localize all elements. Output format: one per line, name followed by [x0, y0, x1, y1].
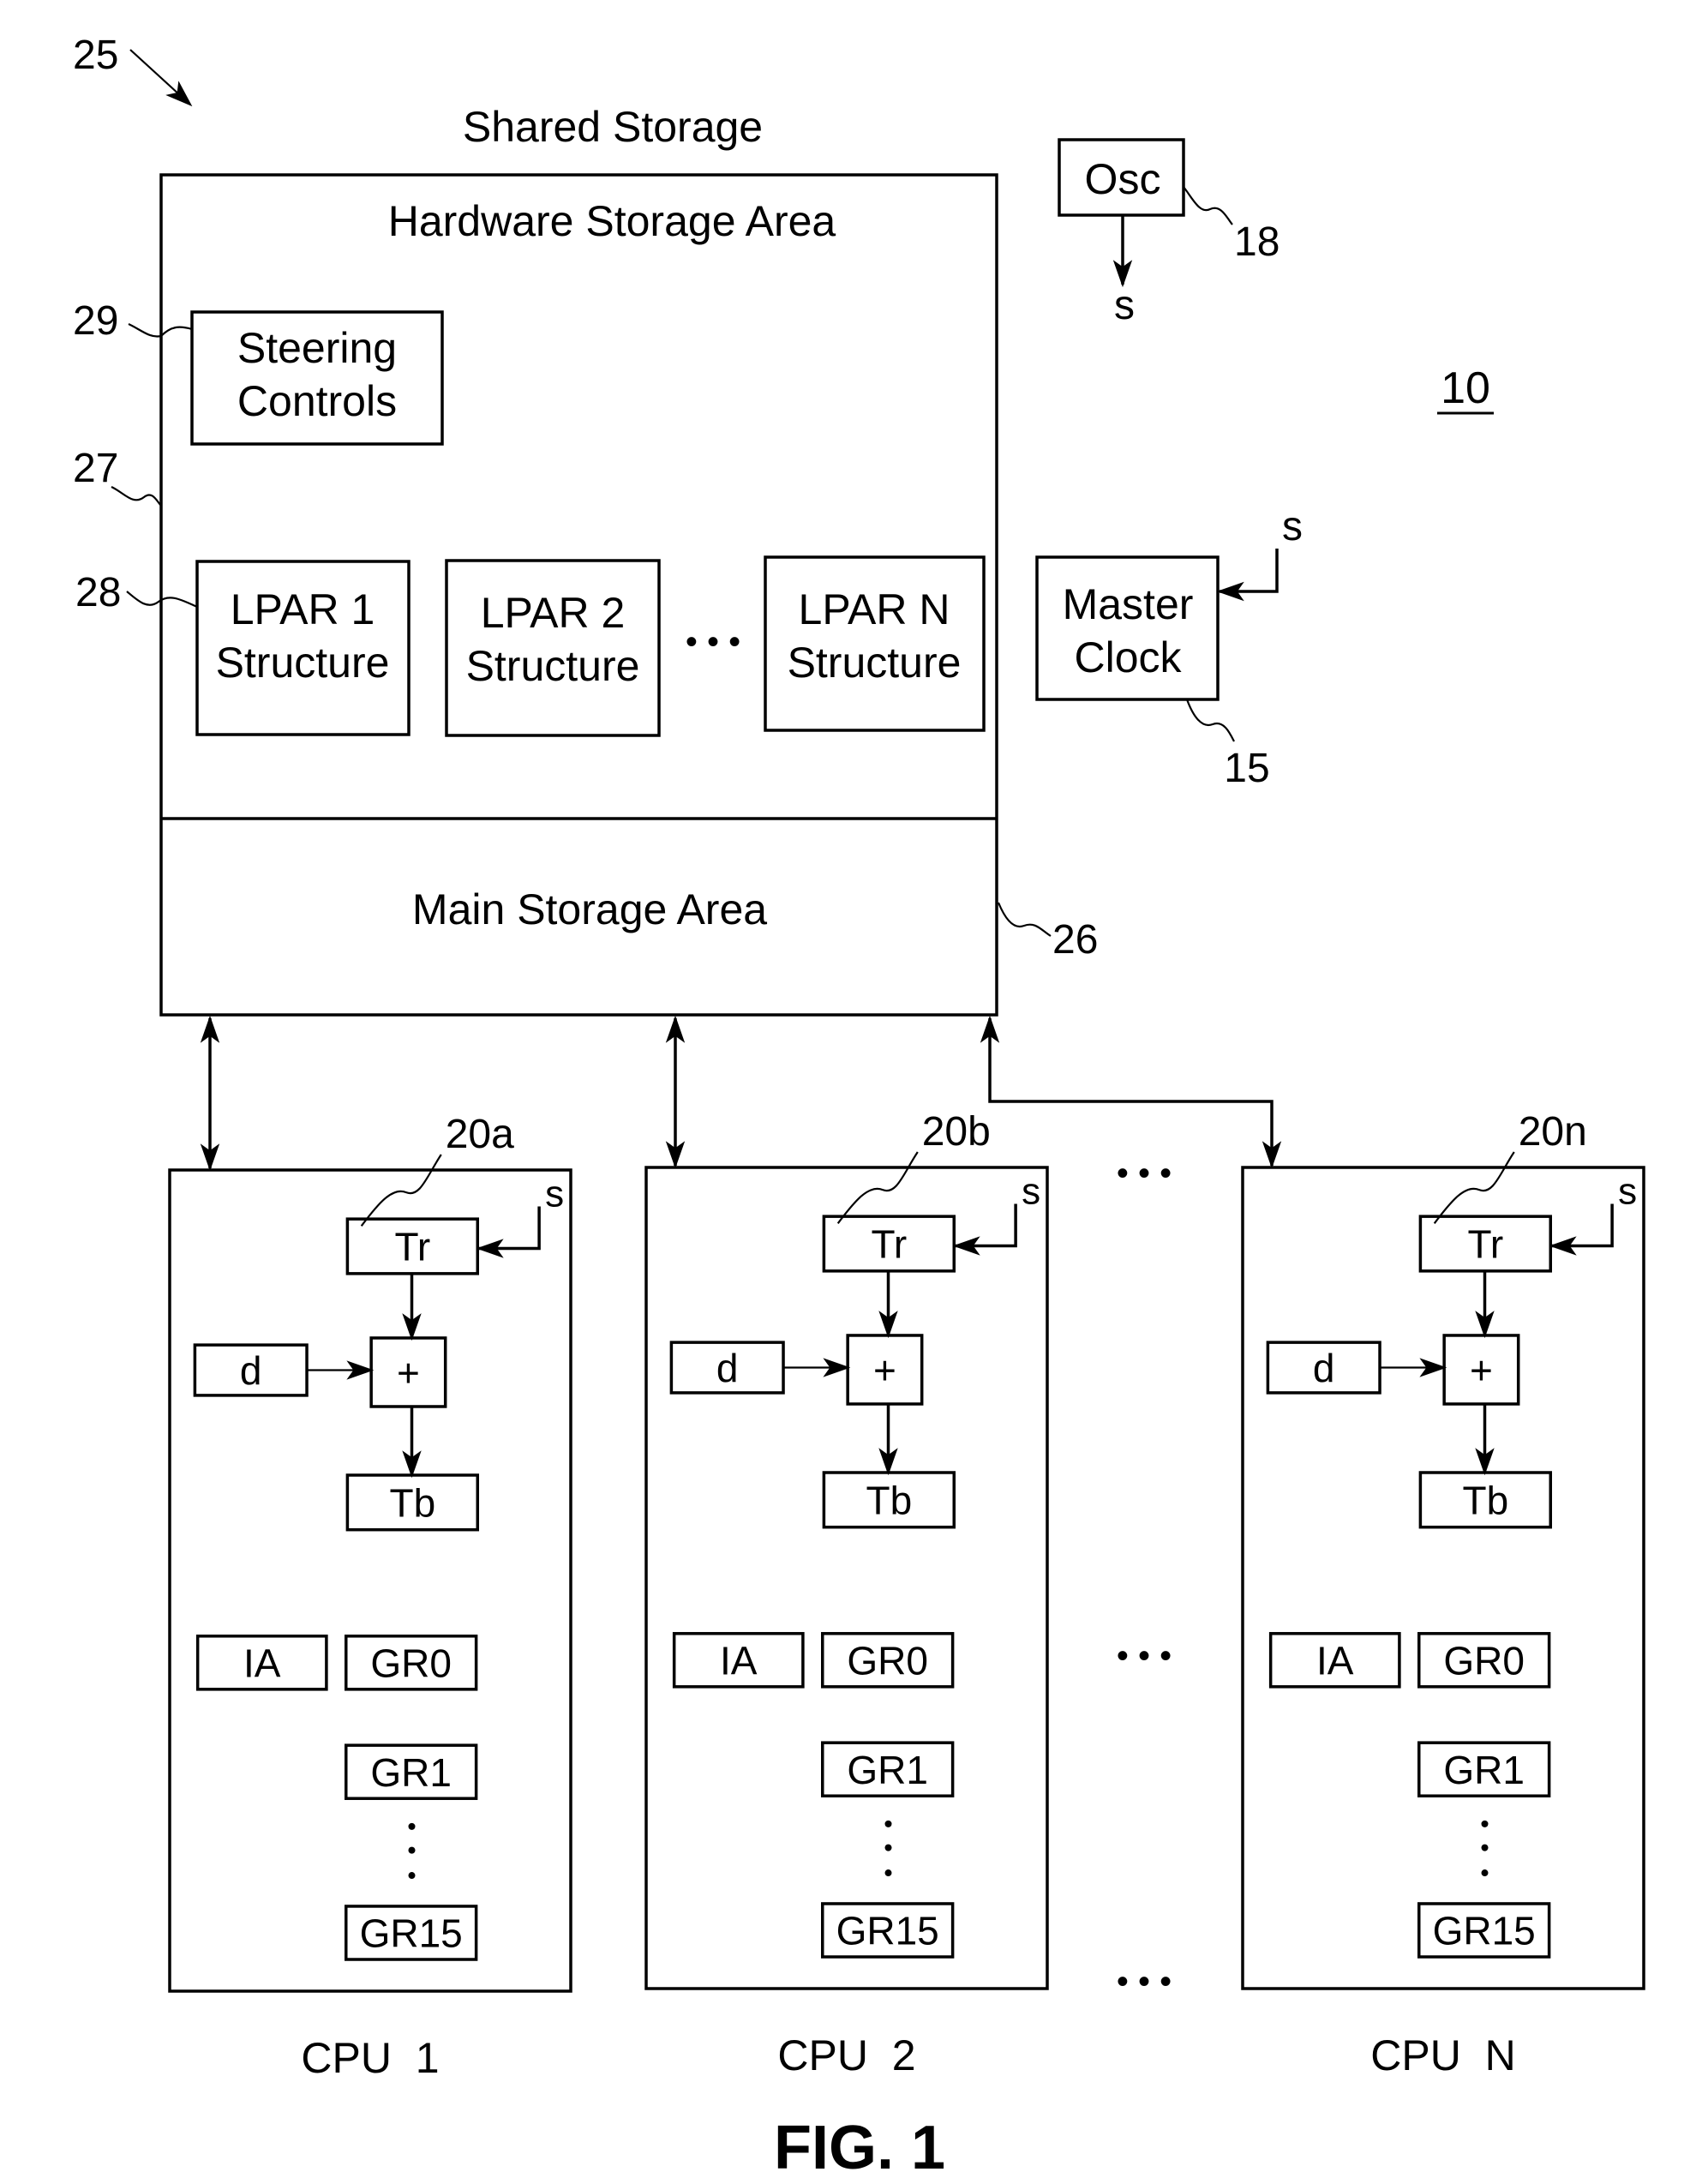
tr-register-label: Tr	[394, 1225, 430, 1269]
gr-ellipsis-dot	[884, 1869, 892, 1877]
signal-label: s	[545, 1173, 564, 1215]
tb-register-label: Tb	[1462, 1478, 1508, 1522]
cpu-layer: Tr + d Tb IA GR0 GR1 GR15 s 20a CPU 1 Tr + d Tb IA GR0 GR…	[168, 1109, 1645, 2082]
tr-register-label: Tr	[871, 1222, 907, 1267]
signal-label: s	[1022, 1170, 1040, 1212]
adder-label: +	[1470, 1348, 1493, 1393]
d-register-label: d	[716, 1346, 739, 1390]
cpu-ref-label: 20a	[446, 1112, 514, 1157]
cpu-name: CPU 1	[301, 2034, 439, 2082]
gr15-register-label: GR15	[836, 1909, 939, 1953]
cpu-3-group: Tr + d Tb IA GR0 GR1 GR15 s 20n CPU N	[1241, 1109, 1645, 2079]
gr1-register-label: GR1	[1443, 1748, 1525, 1792]
cpu-ref-label: 20n	[1519, 1109, 1587, 1155]
gr1-register-label: GR1	[370, 1750, 452, 1795]
lpar-ellipsis: • • •	[686, 623, 740, 661]
ref-29: 29	[73, 298, 118, 344]
ref-18: 18	[1234, 219, 1280, 265]
master-clock-line2: Clock	[1074, 633, 1182, 681]
gr0-register-label: GR0	[370, 1641, 452, 1685]
d-register-label: d	[240, 1348, 262, 1393]
cpu-ellipsis-mid: • • •	[1117, 1637, 1172, 1675]
ref-25: 25	[73, 33, 118, 78]
cpu-box	[1241, 1166, 1645, 1990]
cpu-2-group: Tr + d Tb IA GR0 GR1 GR15 s 20b CPU 2	[644, 1109, 1049, 2079]
lpar-n-line2: Structure	[788, 639, 962, 687]
osc-signal-label: s	[1114, 283, 1135, 328]
gr-ellipsis-dot	[884, 1844, 892, 1851]
signal-label: s	[1618, 1170, 1637, 1212]
gr-ellipsis-dot	[1481, 1820, 1489, 1827]
lpar-2-line1: LPAR 2	[481, 589, 626, 637]
lpar-n-line1: LPAR N	[799, 585, 950, 633]
ref-28: 28	[75, 570, 121, 615]
gr-ellipsis-dot	[884, 1820, 892, 1827]
ia-register-label: IA	[1316, 1638, 1354, 1683]
cpu-box	[168, 1168, 572, 1993]
gr1-register-label: GR1	[847, 1748, 928, 1792]
cpun-storage-link	[980, 1015, 1282, 1169]
patent-figure: 25 Shared Storage Hardware Storage Area …	[73, 33, 1645, 2178]
ref-15: 15	[1224, 746, 1269, 791]
cpu-ellipsis-bottom: • • •	[1117, 1963, 1172, 2001]
gr0-register-label: GR0	[847, 1638, 928, 1683]
steering-controls-line2: Controls	[237, 377, 397, 425]
cpu-1-group: Tr + d Tb IA GR0 GR1 GR15 s 20a CPU 1	[168, 1112, 572, 2082]
steering-controls-line1: Steering	[237, 324, 397, 372]
cpu-box	[644, 1166, 1049, 1990]
ia-register-label: IA	[720, 1638, 758, 1683]
master-clock-input-arrow	[1216, 549, 1279, 602]
gr-ellipsis-dot	[1481, 1844, 1489, 1851]
gr15-register-label: GR15	[360, 1911, 463, 1956]
ref-15-leader	[1185, 699, 1235, 742]
cpu-ellipsis-top: • • •	[1117, 1155, 1172, 1192]
ref-27: 27	[73, 446, 118, 491]
ref-27-leader	[111, 486, 162, 507]
adder-label: +	[873, 1348, 896, 1393]
tb-register-label: Tb	[389, 1480, 435, 1525]
ia-register-label: IA	[243, 1641, 281, 1685]
gr15-register-label: GR15	[1433, 1909, 1536, 1953]
osc-label: Osc	[1085, 155, 1161, 203]
ref-26: 26	[1052, 917, 1098, 963]
adder-label: +	[397, 1351, 420, 1395]
master-clock-signal-label: s	[1282, 504, 1303, 549]
system-ref-10: 10	[1441, 363, 1490, 413]
gr-ellipsis-dot	[1481, 1869, 1489, 1877]
ref-26-leader	[997, 902, 1052, 937]
ref-25-arrow	[129, 49, 193, 107]
gr-ellipsis-dot	[408, 1872, 416, 1880]
tb-register-label: Tb	[866, 1478, 912, 1522]
ref-18-leader	[1183, 186, 1233, 225]
gr-ellipsis-dot	[408, 1822, 416, 1830]
hardware-storage-area-title: Hardware Storage Area	[388, 197, 836, 245]
figure-label: FIG. 1	[774, 2114, 945, 2178]
gr0-register-label: GR0	[1443, 1638, 1525, 1683]
tr-register-label: Tr	[1467, 1222, 1503, 1267]
cpu-name: CPU 2	[777, 2031, 915, 2079]
lpar-1-line1: LPAR 1	[231, 585, 375, 633]
shared-storage-title: Shared Storage	[463, 103, 763, 151]
master-clock-line1: Master	[1063, 580, 1194, 628]
lpar-1-line2: Structure	[216, 639, 390, 687]
main-storage-area-title: Main Storage Area	[412, 885, 767, 933]
cpu-ref-label: 20b	[922, 1109, 991, 1155]
cpu-name: CPU N	[1370, 2031, 1515, 2079]
lpar-2-line2: Structure	[466, 642, 640, 690]
gr-ellipsis-dot	[408, 1846, 416, 1854]
d-register-label: d	[1313, 1346, 1335, 1390]
